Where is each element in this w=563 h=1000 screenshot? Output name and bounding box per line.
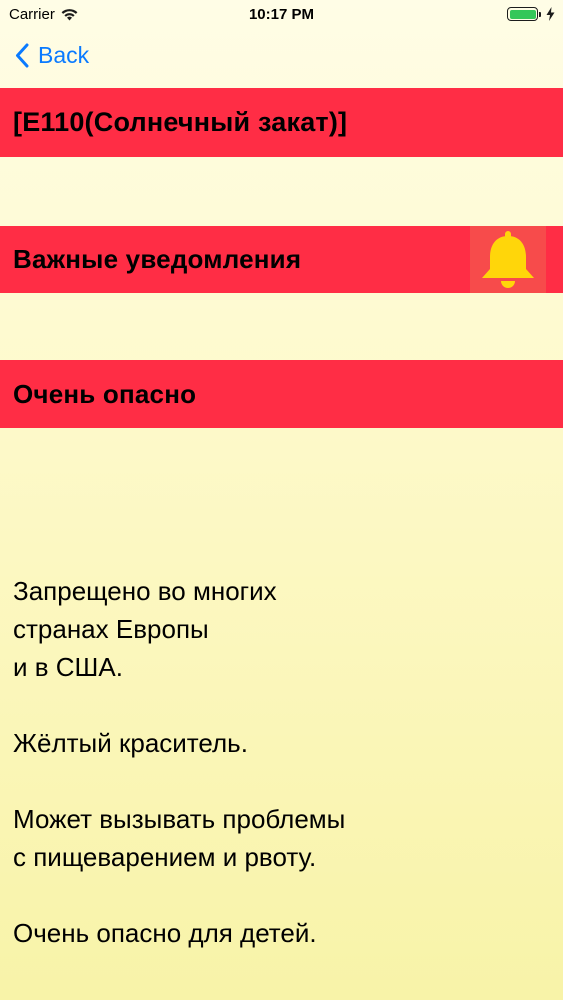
description-paragraph-type: Жёлтый краситель. — [13, 724, 553, 762]
description-line: Очень опасно для детей. — [13, 918, 317, 948]
description-line: с пищеварением и рвоту. — [13, 842, 317, 872]
charging-bolt-icon — [546, 7, 555, 21]
bell-icon — [482, 230, 534, 288]
additive-description: Запрещено во многих странах Европы и в С… — [13, 572, 553, 990]
navigation-bar: Back — [0, 30, 563, 86]
danger-label: Очень опасно — [13, 378, 197, 409]
back-label: Back — [38, 42, 90, 68]
notifications-label: Важные уведомления — [13, 244, 302, 274]
description-line: Может вызывать проблемы — [13, 804, 346, 834]
description-paragraph-effects: Может вызывать проблемы с пищеварением и… — [13, 800, 553, 876]
battery-nub — [539, 11, 541, 17]
description-paragraph-children: Очень опасно для детей. — [13, 914, 553, 952]
status-bar: Carrier 10:17 PM — [0, 0, 563, 30]
description-line: Запрещено во многих — [13, 576, 277, 606]
description-paragraph-ban: Запрещено во многих странах Европы и в С… — [13, 572, 553, 686]
description-line: странах Европы — [13, 614, 209, 644]
back-button[interactable]: Back — [15, 42, 89, 69]
battery-icon — [507, 7, 538, 21]
product-title-banner: [E110(Солнечный закат)] — [0, 88, 563, 157]
status-right — [507, 7, 555, 21]
notification-bell-button[interactable] — [470, 226, 546, 293]
chevron-left-icon — [16, 43, 29, 68]
product-title: [E110(Солнечный закат)] — [13, 107, 348, 137]
description-line: и в США. — [13, 652, 123, 682]
notifications-banner: Важные уведомления — [0, 226, 563, 293]
danger-level-banner: Очень опасно — [0, 360, 563, 428]
status-time: 10:17 PM — [248, 6, 315, 23]
battery-level-fill — [509, 9, 536, 19]
description-line: Жёлтый краситель. — [13, 728, 248, 758]
